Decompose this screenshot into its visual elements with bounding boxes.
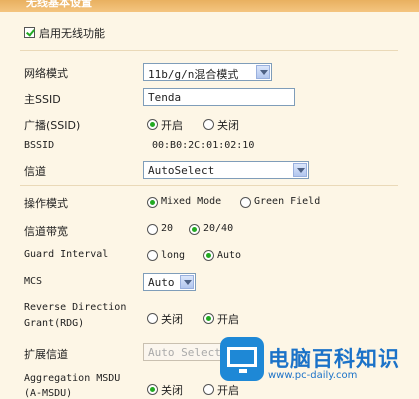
channel-select[interactable]: AutoSelect xyxy=(143,161,309,179)
watermark-url: www.pc-daily.com xyxy=(268,370,358,381)
mixed-mode-label: Mixed Mode xyxy=(161,196,222,207)
section-header: 无线基本设置 xyxy=(0,0,419,12)
bssid-value: 00:B0:2C:01:02:10 xyxy=(152,140,255,151)
monitor-icon xyxy=(220,337,264,381)
mixed-mode-radio[interactable] xyxy=(147,197,158,208)
rdg-off-label: 关闭 xyxy=(161,313,183,326)
channel-value: AutoSelect xyxy=(148,164,215,177)
amsdu-on-radio[interactable] xyxy=(203,384,214,395)
broadcast-off-radio[interactable] xyxy=(203,119,214,130)
guard-auto-radio[interactable] xyxy=(203,250,214,261)
rdg-label-line2: Grant(RDG) xyxy=(24,318,85,329)
guard-interval-label: Guard Interval xyxy=(24,249,109,260)
broadcast-on-radio[interactable] xyxy=(147,119,158,130)
mcs-value: Auto xyxy=(148,276,175,289)
guard-auto-label: Auto xyxy=(217,250,242,261)
amsdu-label-line2: (A-MSDU) xyxy=(24,388,73,399)
rdg-label-line1: Reverse Direction xyxy=(24,302,127,313)
network-mode-value: 11b/g/n混合模式 xyxy=(148,68,239,81)
mcs-label: MCS xyxy=(24,276,43,287)
divider xyxy=(20,50,398,51)
network-mode-select[interactable]: 11b/g/n混合模式 xyxy=(143,63,272,81)
broadcast-on-label: 开启 xyxy=(161,119,183,132)
green-field-label: Green Field xyxy=(254,196,321,207)
chevron-down-icon[interactable] xyxy=(256,65,270,79)
mcs-select[interactable]: Auto xyxy=(143,273,196,291)
rdg-off-radio[interactable] xyxy=(147,313,158,324)
chevron-down-icon[interactable] xyxy=(180,275,194,289)
section-title: 无线基本设置 xyxy=(26,0,92,9)
bandwidth-20-label: 20 xyxy=(161,223,174,234)
broadcast-off-label: 关闭 xyxy=(217,119,239,132)
amsdu-off-radio[interactable] xyxy=(147,384,158,395)
bandwidth-20-40-label: 20/40 xyxy=(203,223,234,234)
ssid-label: 主SSID xyxy=(24,93,61,106)
bandwidth-20-radio[interactable] xyxy=(147,224,158,235)
guard-long-radio[interactable] xyxy=(147,250,158,261)
bandwidth-label: 信道带宽 xyxy=(24,225,68,238)
chevron-down-icon[interactable] xyxy=(293,163,307,177)
network-mode-label: 网络模式 xyxy=(24,67,68,80)
enable-wireless-label: 启用无线功能 xyxy=(39,27,105,40)
amsdu-label-line1: Aggregation MSDU xyxy=(24,373,121,384)
bandwidth-20-40-radio[interactable] xyxy=(189,224,200,235)
watermark-title: 电脑百科知识 xyxy=(268,347,400,371)
green-field-radio[interactable] xyxy=(240,197,251,208)
enable-wireless-checkbox[interactable] xyxy=(24,27,35,38)
rdg-on-radio[interactable] xyxy=(203,313,214,324)
divider xyxy=(20,185,398,186)
rdg-on-label: 开启 xyxy=(217,313,239,326)
broadcast-label: 广播(SSID) xyxy=(24,119,81,132)
operating-mode-label: 操作模式 xyxy=(24,197,68,210)
ssid-input[interactable]: Tenda xyxy=(143,88,295,106)
bssid-label: BSSID xyxy=(24,140,55,151)
ext-channel-label: 扩展信道 xyxy=(24,348,68,361)
guard-long-label: long xyxy=(161,250,186,261)
channel-label: 信道 xyxy=(24,165,46,178)
